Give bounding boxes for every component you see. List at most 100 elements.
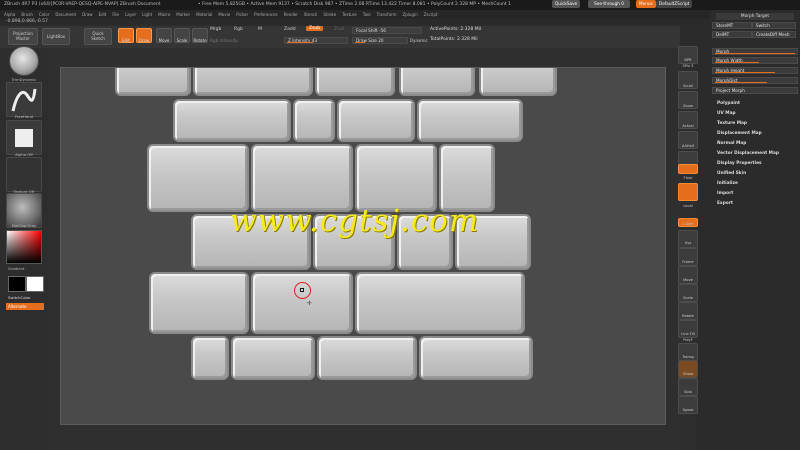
morph-fill xyxy=(715,53,795,54)
zoom-label: Zoom xyxy=(682,104,694,108)
project-morph-button[interactable]: Project Morph xyxy=(712,87,798,94)
floor-button[interactable] xyxy=(678,164,698,174)
brick xyxy=(399,68,475,96)
default-zscript-button[interactable]: DefaultZScript xyxy=(656,0,693,8)
menu-item[interactable]: Texture xyxy=(342,12,357,17)
brick xyxy=(417,99,523,142)
rgb-toggle[interactable]: Rgb xyxy=(234,27,243,32)
import-section[interactable]: Import xyxy=(717,191,733,196)
m-toggle[interactable]: M xyxy=(258,27,262,32)
focal-shift-slider[interactable]: Focal Shift -56 xyxy=(352,27,422,34)
menu-item[interactable]: Macro xyxy=(158,12,170,17)
edit-button[interactable]: Edit xyxy=(118,28,134,43)
watermark-text: www.cgtsj.com xyxy=(230,203,480,239)
menu-item[interactable]: Document xyxy=(55,12,76,17)
stroke-selector[interactable] xyxy=(6,82,42,117)
menu-item[interactable]: Render xyxy=(284,12,298,17)
brick xyxy=(355,144,437,212)
polyf-label[interactable]: PolyF xyxy=(676,338,700,342)
menus-button[interactable]: Menus xyxy=(636,0,656,8)
local-button[interactable] xyxy=(678,183,698,201)
menu-item[interactable]: File xyxy=(112,12,119,17)
menu-item[interactable]: Picker xyxy=(236,12,248,17)
morphdist-fill xyxy=(715,82,767,83)
menu-item[interactable]: Stencil xyxy=(304,12,318,17)
rgb-intensity-slider[interactable]: Rgb Intensity xyxy=(210,38,238,43)
export-section[interactable]: Export xyxy=(717,201,733,206)
morph-target-header[interactable]: Morph Target xyxy=(716,13,794,20)
zadd-toggle[interactable]: Zadd xyxy=(284,27,296,32)
morphdist-slider[interactable]: MorphDist xyxy=(712,77,798,84)
top-toolbar: Projection Master LightBox Quick Sketch … xyxy=(0,26,680,48)
brick xyxy=(355,272,525,334)
polypaint-section[interactable]: Polypaint xyxy=(717,101,740,106)
draw-size-slider[interactable]: Draw Size 20 xyxy=(352,37,408,44)
switch-button[interactable]: Switch xyxy=(752,22,796,29)
color-picker[interactable] xyxy=(6,230,42,264)
menu-item[interactable]: Tool xyxy=(363,12,371,17)
see-through-slider[interactable]: See-through 0 xyxy=(588,0,630,8)
menu-item[interactable]: Stroke xyxy=(323,12,336,17)
menu-item[interactable]: Preferences xyxy=(254,12,278,17)
uv-map-section[interactable]: UV Map xyxy=(717,111,736,116)
menu-item[interactable]: Material xyxy=(196,12,212,17)
storemt-button[interactable]: StoreMT xyxy=(712,22,752,29)
alpha-selector[interactable] xyxy=(6,120,42,155)
draw-button[interactable]: Draw xyxy=(136,28,152,43)
menu-item[interactable]: Layer xyxy=(125,12,136,17)
morph-width-slider[interactable]: Morph Width xyxy=(712,57,798,64)
mrgb-toggle[interactable]: Mrgb xyxy=(210,27,221,32)
projection-master-button[interactable]: Projection Master xyxy=(8,28,38,45)
unified-skin-section[interactable]: Unified Skin xyxy=(717,171,746,176)
alternate-button[interactable]: Alternate xyxy=(6,303,44,310)
menu-item[interactable]: Zscript xyxy=(424,12,438,17)
quick-sketch-button[interactable]: Quick Sketch xyxy=(84,28,112,45)
texture-selector[interactable] xyxy=(6,157,42,192)
scale-button[interactable]: Scale xyxy=(174,28,190,43)
brick xyxy=(439,144,495,212)
morph-slider[interactable]: Morph xyxy=(712,48,798,55)
texture-map-section[interactable]: Texture Map xyxy=(717,121,747,126)
zcut-toggle[interactable]: Zcut xyxy=(334,27,344,32)
focal-shift-label: Focal Shift -56 xyxy=(356,28,386,33)
brush-selector[interactable] xyxy=(9,46,39,76)
brick xyxy=(419,336,533,380)
document-canvas[interactable]: ✛ xyxy=(60,67,666,425)
menu-item[interactable]: Edit xyxy=(99,12,107,17)
create-diff-mesh-button[interactable]: CreateDiff Mesh xyxy=(752,31,796,38)
move-view-label: Move xyxy=(683,278,693,282)
initialize-section[interactable]: Initialize xyxy=(717,181,738,186)
displacement-map-section[interactable]: Displacement Map xyxy=(717,131,762,136)
brick xyxy=(191,336,229,380)
menu-item[interactable]: Marker xyxy=(176,12,190,17)
primary-color-swatch[interactable] xyxy=(8,276,26,292)
morph-height-slider[interactable]: Morph Height xyxy=(712,67,798,74)
dynamic-toggle[interactable]: Dynamic xyxy=(410,38,428,43)
quicksave-button[interactable]: QuickSave xyxy=(552,0,581,8)
spix-slider[interactable]: SPix 3 xyxy=(676,64,700,68)
transp-label: Transp xyxy=(682,355,694,359)
lightbox-button[interactable]: LightBox xyxy=(42,28,70,45)
menu-item[interactable]: Brush xyxy=(21,12,33,17)
menu-item[interactable]: Light xyxy=(142,12,152,17)
bpr-label: BPR xyxy=(684,58,692,62)
rotate-button[interactable]: Rotate xyxy=(192,28,208,43)
z-intensity-slider[interactable]: Z Intensity 43 xyxy=(284,37,348,44)
menu-item[interactable]: Transform xyxy=(377,12,397,17)
menu-item[interactable]: Zplugin xyxy=(403,12,418,17)
secondary-color-swatch[interactable] xyxy=(26,276,44,292)
menu-item[interactable]: Movie xyxy=(218,12,230,17)
switch-color-button[interactable]: SwitchColor xyxy=(8,295,44,300)
display-properties-section[interactable]: Display Properties xyxy=(717,161,762,166)
menu-item[interactable]: Color xyxy=(39,12,49,17)
vector-displacement-map-section[interactable]: Vector Displacement Map xyxy=(717,151,779,156)
menu-item[interactable]: Draw xyxy=(82,12,92,17)
xyz-button[interactable] xyxy=(678,230,698,248)
zsub-toggle[interactable]: Zsub xyxy=(306,26,324,31)
normal-map-section[interactable]: Normal Map xyxy=(717,141,746,146)
delmt-button[interactable]: DelMT xyxy=(712,31,752,38)
morph-width-fill xyxy=(715,62,759,63)
xyz-label: Xyz xyxy=(684,241,692,245)
menu-item[interactable]: Alpha xyxy=(4,12,15,17)
move-button[interactable]: Move xyxy=(156,28,172,43)
